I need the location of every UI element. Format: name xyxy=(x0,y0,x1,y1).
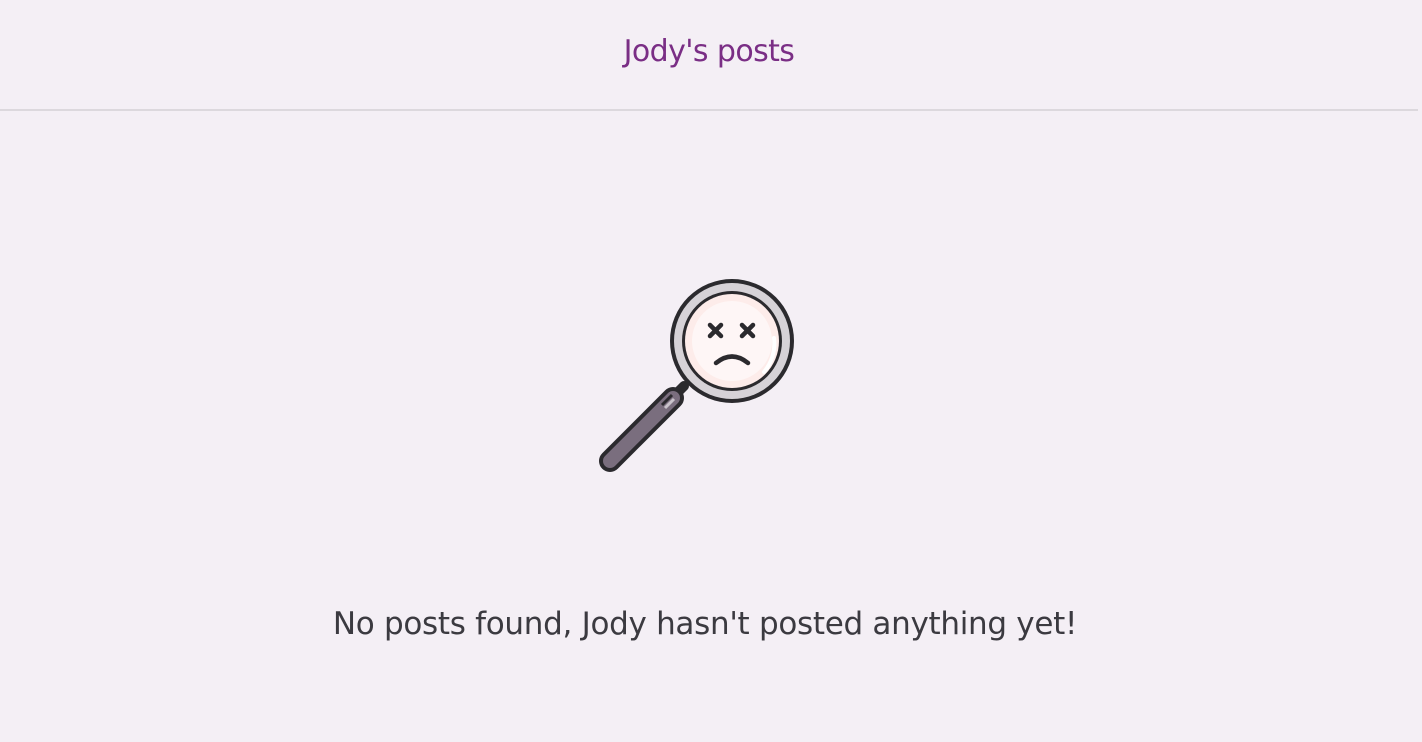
posts-page: Jody's posts No posts found, Jody hasn't… xyxy=(0,0,1422,742)
empty-state-message: No posts found, Jody hasn't posted anyth… xyxy=(332,606,1078,642)
page-title: Jody's posts xyxy=(623,34,795,69)
magnifier-sad-face-icon xyxy=(599,279,794,472)
page-header: Jody's posts xyxy=(0,0,1418,111)
magnifier-handle xyxy=(599,381,689,472)
